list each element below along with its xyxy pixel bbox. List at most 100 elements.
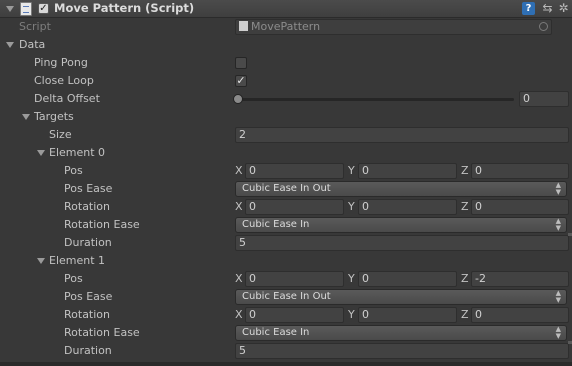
axis-x-label: X <box>235 308 243 321</box>
element-0-rotation-label: Rotation <box>64 200 111 213</box>
element-1-duration-input[interactable]: 5 <box>235 343 569 359</box>
script-label: Script <box>19 20 51 33</box>
ping-pong-label: Ping Pong <box>34 56 88 69</box>
axis-x-label: X <box>235 272 243 285</box>
axis-y-label: Y <box>348 164 355 177</box>
element-1-pos-ease-row: Pos Ease Cubic Ease In Out ▲ ▼ <box>0 288 572 306</box>
component-foldout-arrow-icon[interactable] <box>6 6 14 12</box>
data-foldout[interactable]: Data <box>0 36 572 54</box>
element-0-pos-x-input[interactable]: 0 <box>245 163 344 179</box>
element-0-duration-input[interactable]: 5 <box>235 235 569 251</box>
axis-y-label: Y <box>348 272 355 285</box>
ping-pong-checkbox[interactable] <box>235 57 247 69</box>
element-1-pos-ease-value: Cubic Ease In Out <box>242 291 331 302</box>
gear-icon[interactable]: ✲ <box>557 2 570 15</box>
delta-offset-slider-handle[interactable] <box>233 94 243 104</box>
axis-y-label: Y <box>348 308 355 321</box>
element-0-rotation-z-input[interactable]: 0 <box>471 199 569 215</box>
element-1-foldout-arrow-icon[interactable] <box>37 258 45 264</box>
element-1-duration-row: Duration 5 <box>0 342 572 360</box>
element-0-pos-label: Pos <box>64 164 83 177</box>
component-title: Move Pattern (Script) <box>54 1 195 15</box>
targets-label: Targets <box>34 110 74 123</box>
data-label: Data <box>19 38 46 51</box>
element-0-duration-row: Duration 5 <box>0 234 572 252</box>
script-file-icon <box>239 21 248 31</box>
element-0-pos-z-input[interactable]: 0 <box>471 163 569 179</box>
targets-foldout-arrow-icon[interactable] <box>22 114 30 120</box>
element-0-rotation-ease-value: Cubic Ease In <box>242 219 310 230</box>
data-foldout-arrow-icon[interactable] <box>6 42 14 48</box>
size-input[interactable]: 2 <box>235 127 569 143</box>
close-loop-row: Close Loop ✓ <box>0 72 572 90</box>
dropdown-arrows-icon: ▲ ▼ <box>555 217 561 232</box>
element-0-pos-y-input[interactable]: 0 <box>358 163 457 179</box>
element-0-rotation-y-input[interactable]: 0 <box>358 199 457 215</box>
axis-z-label: Z <box>461 272 469 285</box>
script-object-field: MovePattern <box>235 19 552 35</box>
component-header: ✓ Move Pattern (Script) ? ⇆ ✲ <box>0 0 572 18</box>
axis-x-label: X <box>235 200 243 213</box>
element-1-rotation-ease-dropdown[interactable]: Cubic Ease In ▲ ▼ <box>235 325 567 341</box>
close-loop-label: Close Loop <box>34 74 94 87</box>
axis-z-label: Z <box>461 164 469 177</box>
element-0-rotation-ease-dropdown[interactable]: Cubic Ease In ▲ ▼ <box>235 217 567 233</box>
element-0-rotation-ease-label: Rotation Ease <box>64 218 140 231</box>
element-0-pos-ease-dropdown[interactable]: Cubic Ease In Out ▲ ▼ <box>235 181 567 197</box>
delta-offset-input[interactable]: 0 <box>519 91 569 107</box>
element-1-rotation-ease-label: Rotation Ease <box>64 326 140 339</box>
element-0-foldout[interactable]: Element 0 <box>0 144 572 162</box>
element-1-pos-x-input[interactable]: 0 <box>245 271 344 287</box>
element-1-rotation-x-input[interactable]: 0 <box>245 307 344 323</box>
element-0-rotation-row: Rotation X 0 Y 0 Z 0 <box>0 198 572 216</box>
object-picker-icon <box>539 22 548 31</box>
close-loop-checkbox[interactable]: ✓ <box>235 75 247 87</box>
delta-offset-row: Delta Offset 0 <box>0 90 572 108</box>
axis-z-label: Z <box>461 200 469 213</box>
delta-offset-slider-track[interactable] <box>238 98 514 101</box>
element-0-label: Element 0 <box>49 146 106 159</box>
element-1-rotation-ease-row: Rotation Ease Cubic Ease In ▲ ▼ <box>0 324 572 342</box>
scrollbar-notch[interactable] <box>568 233 572 236</box>
size-label: Size <box>49 128 72 141</box>
element-1-duration-label: Duration <box>64 344 112 357</box>
element-1-rotation-row: Rotation X 0 Y 0 Z 0 <box>0 306 572 324</box>
element-0-pos-ease-value: Cubic Ease In Out <box>242 183 331 194</box>
element-1-rotation-y-input[interactable]: 0 <box>358 307 457 323</box>
inspector-bottom-edge <box>0 362 572 366</box>
dropdown-arrows-icon: ▲ ▼ <box>555 289 561 304</box>
script-value: MovePattern <box>251 20 321 33</box>
component-enabled-checkbox[interactable]: ✓ <box>38 3 49 14</box>
axis-x-label: X <box>235 164 243 177</box>
scrollbar-notch[interactable] <box>568 341 572 344</box>
delta-offset-label: Delta Offset <box>34 92 100 105</box>
element-1-foldout[interactable]: Element 1 <box>0 252 572 270</box>
element-0-pos-ease-label: Pos Ease <box>64 182 113 195</box>
element-1-rotation-label: Rotation <box>64 308 111 321</box>
preset-icon[interactable]: ⇆ <box>541 2 554 15</box>
axis-y-label: Y <box>348 200 355 213</box>
element-0-foldout-arrow-icon[interactable] <box>37 150 45 156</box>
element-1-rotation-ease-value: Cubic Ease In <box>242 327 310 338</box>
element-1-pos-label: Pos <box>64 272 83 285</box>
element-0-rotation-x-input[interactable]: 0 <box>245 199 344 215</box>
element-0-pos-ease-row: Pos Ease Cubic Ease In Out ▲ ▼ <box>0 180 572 198</box>
element-1-pos-row: Pos X 0 Y 0 Z -2 <box>0 270 572 288</box>
script-icon <box>20 2 32 16</box>
dropdown-arrows-icon: ▲ ▼ <box>555 325 561 340</box>
script-row: Script MovePattern <box>0 18 572 36</box>
element-0-rotation-ease-row: Rotation Ease Cubic Ease In ▲ ▼ <box>0 216 572 234</box>
help-icon[interactable]: ? <box>522 2 535 15</box>
element-1-pos-y-input[interactable]: 0 <box>358 271 457 287</box>
element-0-duration-label: Duration <box>64 236 112 249</box>
element-1-pos-z-input[interactable]: -2 <box>471 271 569 287</box>
axis-z-label: Z <box>461 308 469 321</box>
element-1-rotation-z-input[interactable]: 0 <box>471 307 569 323</box>
size-row: Size 2 <box>0 126 572 144</box>
element-1-pos-ease-label: Pos Ease <box>64 290 113 303</box>
element-1-pos-ease-dropdown[interactable]: Cubic Ease In Out ▲ ▼ <box>235 289 567 305</box>
element-0-pos-row: Pos X 0 Y 0 Z 0 <box>0 162 572 180</box>
element-1-label: Element 1 <box>49 254 106 267</box>
targets-foldout[interactable]: Targets <box>0 108 572 126</box>
ping-pong-row: Ping Pong <box>0 54 572 72</box>
